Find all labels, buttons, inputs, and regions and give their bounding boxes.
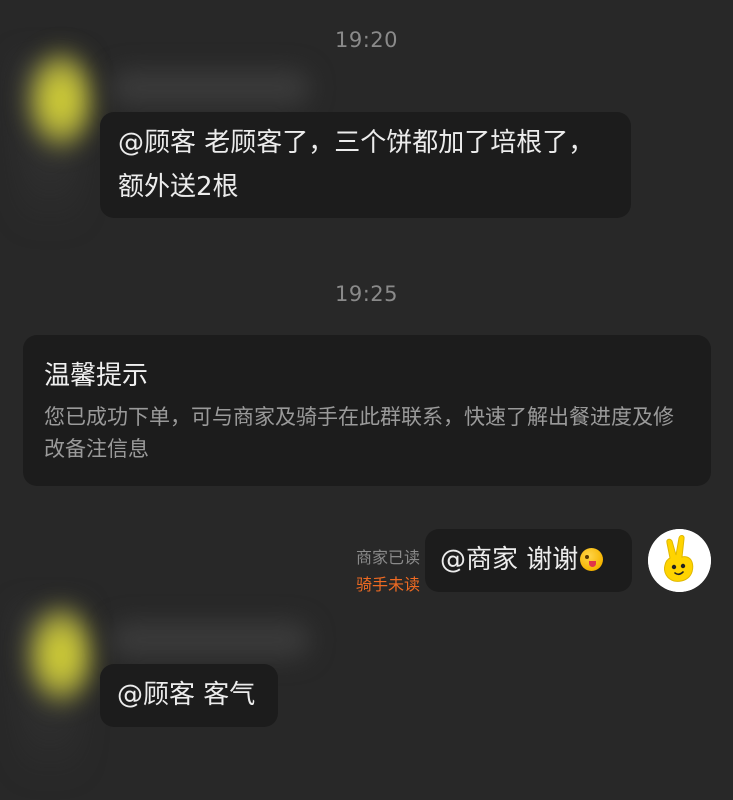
yellow-hand-mascot-icon [648, 529, 711, 592]
notice-title: 温馨提示 [44, 361, 149, 391]
customer-message-text: @商家 谢谢 [440, 545, 579, 575]
merchant-avatar[interactable] [22, 600, 100, 710]
merchant-avatar[interactable] [22, 45, 100, 155]
merchant-message-bubble[interactable]: @顾客 客气 [100, 664, 278, 727]
winking-tongue-emoji-icon [580, 548, 604, 571]
customer-message-bubble[interactable]: @商家 谢谢 [425, 529, 632, 592]
chat-window: 19:20 @顾客 老顾客了，三个饼都加了培根了，额外送2根 19:25 温馨提… [0, 0, 733, 800]
merchant-name [110, 70, 310, 106]
notice-body: 您已成功下单，可与商家及骑手在此群联系，快速了解出餐进度及修改备注信息 [44, 405, 674, 461]
my-avatar[interactable] [648, 529, 711, 592]
merchant-name [110, 622, 310, 658]
merchant-read-status: 商家已读 [355, 548, 420, 567]
system-notice-card: 温馨提示 您已成功下单，可与商家及骑手在此群联系，快速了解出餐进度及修改备注信息 [23, 335, 711, 486]
rider-read-status: 骑手未读 [355, 575, 420, 594]
timestamp: 19:25 [334, 282, 399, 306]
timestamp: 19:20 [334, 28, 399, 52]
merchant-message-bubble[interactable]: @顾客 老顾客了，三个饼都加了培根了，额外送2根 [100, 112, 631, 218]
